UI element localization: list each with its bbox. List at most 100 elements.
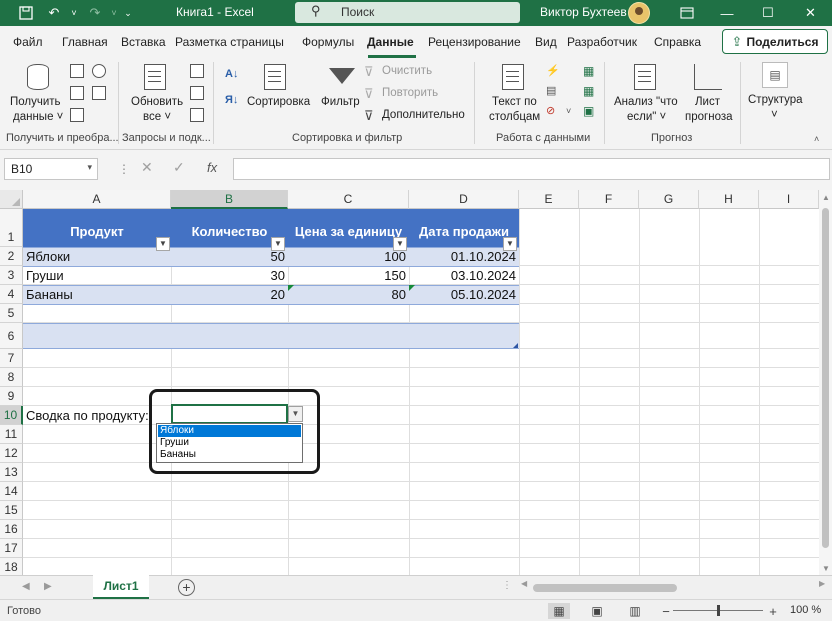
formula-input[interactable] bbox=[233, 158, 830, 180]
advanced-filter-icon[interactable]: ⊽ bbox=[364, 108, 374, 124]
data-model-icon[interactable]: ▣ bbox=[583, 104, 594, 118]
forecast-sheet-label-2[interactable]: прогноза bbox=[685, 110, 733, 125]
column-header-h[interactable]: H bbox=[699, 190, 759, 209]
from-web-icon[interactable] bbox=[92, 64, 106, 78]
table-cell[interactable]: 01.10.2024 bbox=[409, 247, 516, 266]
table-cell[interactable]: 05.10.2024 bbox=[409, 285, 516, 304]
table-header-price[interactable]: Цена за единицу bbox=[288, 224, 409, 239]
filter-icon[interactable] bbox=[329, 68, 355, 84]
text-to-columns-label-1[interactable]: Текст по bbox=[492, 95, 537, 110]
name-box-dropdown-icon[interactable]: ▾ bbox=[87, 162, 92, 173]
text-to-columns-label-2[interactable]: столбцам bbox=[489, 110, 540, 125]
clear-filter-label[interactable]: Очистить bbox=[382, 65, 432, 77]
table-cell[interactable]: Груши bbox=[26, 266, 64, 285]
row-header-1[interactable]: 1 bbox=[0, 209, 23, 247]
summary-label[interactable]: Сводка по продукту: bbox=[26, 406, 149, 425]
select-all-button[interactable] bbox=[0, 190, 23, 209]
zoom-level[interactable]: 100 % bbox=[790, 604, 821, 616]
avatar[interactable] bbox=[628, 2, 650, 24]
get-data-label-1[interactable]: Получить bbox=[10, 95, 61, 110]
what-if-label-2[interactable]: если" ˅ bbox=[627, 110, 666, 125]
reapply-icon[interactable]: ⊽ bbox=[364, 86, 374, 102]
queries-connections-icon[interactable] bbox=[190, 64, 204, 78]
table-cell[interactable]: 150 bbox=[288, 266, 406, 285]
tab-review[interactable]: Рецензирование bbox=[428, 35, 521, 49]
close-icon[interactable]: ✕ bbox=[789, 0, 832, 26]
cancel-icon[interactable]: ✕ bbox=[141, 159, 153, 176]
what-if-icon[interactable] bbox=[634, 64, 656, 90]
zoom-in-button[interactable]: + bbox=[762, 603, 784, 619]
forecast-sheet-label-1[interactable]: Лист bbox=[695, 95, 720, 110]
row-header-6[interactable]: 6 bbox=[0, 323, 23, 349]
tab-insert[interactable]: Вставка bbox=[121, 35, 166, 49]
refresh-all-icon[interactable] bbox=[144, 64, 166, 90]
sort-dialog-icon[interactable] bbox=[264, 64, 286, 90]
table-cell[interactable]: Бананы bbox=[26, 285, 73, 304]
table-cell[interactable]: Яблоки bbox=[26, 247, 70, 266]
sort-za-icon[interactable]: Я↓ bbox=[225, 94, 238, 106]
row-header-2[interactable]: 2 bbox=[0, 247, 23, 266]
clear-filter-icon[interactable]: ⊽ bbox=[364, 64, 374, 80]
column-header-a[interactable]: A bbox=[23, 190, 171, 209]
row-header-8[interactable]: 8 bbox=[0, 368, 23, 387]
column-header-g[interactable]: G bbox=[639, 190, 699, 209]
row-header-5[interactable]: 5 bbox=[0, 304, 23, 323]
vertical-scroll-thumb[interactable] bbox=[822, 208, 829, 548]
get-data-label-2[interactable]: данные ˅ bbox=[13, 110, 63, 125]
zoom-out-button[interactable]: − bbox=[655, 603, 677, 619]
table-resize-handle[interactable] bbox=[513, 343, 518, 348]
reapply-label[interactable]: Повторить bbox=[382, 87, 438, 99]
table-cell[interactable]: 30 bbox=[171, 266, 285, 285]
add-sheet-button[interactable]: + bbox=[178, 579, 195, 596]
formula-bar-grip-icon[interactable]: ⋮ bbox=[118, 162, 130, 176]
horizontal-scrollbar[interactable]: ◀ ▶ bbox=[519, 579, 830, 593]
recent-sources-icon[interactable] bbox=[92, 86, 106, 100]
column-header-f[interactable]: F bbox=[579, 190, 639, 209]
row-header-13[interactable]: 13 bbox=[0, 463, 23, 482]
undo-icon[interactable]: ↶ bbox=[44, 3, 64, 23]
table-cell[interactable]: 03.10.2024 bbox=[409, 266, 516, 285]
error-indicator[interactable] bbox=[409, 285, 415, 291]
data-validation-dropdown-icon[interactable]: ˅ bbox=[566, 106, 571, 116]
outline-icon[interactable]: ▤ bbox=[762, 62, 788, 88]
normal-view-icon[interactable]: ▦ bbox=[548, 603, 570, 619]
relationships-icon[interactable]: ▦ bbox=[583, 84, 594, 98]
insert-function-icon[interactable]: fx bbox=[207, 160, 217, 175]
row-header-3[interactable]: 3 bbox=[0, 266, 23, 285]
collapse-ribbon-icon[interactable]: ˄ bbox=[814, 134, 819, 144]
undo-dropdown-icon[interactable]: ˅ bbox=[64, 3, 84, 23]
tab-help[interactable]: Справка bbox=[654, 35, 701, 49]
tab-formulas[interactable]: Формулы bbox=[302, 35, 354, 49]
from-table-icon[interactable] bbox=[70, 86, 84, 100]
existing-connections-icon[interactable] bbox=[70, 108, 84, 122]
column-header-e[interactable]: E bbox=[519, 190, 579, 209]
prev-sheet-icon[interactable]: ◀ bbox=[22, 581, 30, 592]
enter-icon[interactable]: ✓ bbox=[173, 159, 185, 176]
row-header-11[interactable]: 11 bbox=[0, 425, 23, 444]
tab-developer[interactable]: Разработчик bbox=[567, 35, 637, 49]
row-header-7[interactable]: 7 bbox=[0, 349, 23, 368]
sort-az-icon[interactable]: A↓ bbox=[225, 68, 238, 80]
edit-links-icon[interactable] bbox=[190, 108, 204, 122]
table-header-product[interactable]: Продукт bbox=[23, 224, 171, 239]
zoom-slider-knob[interactable] bbox=[717, 605, 720, 616]
vertical-scrollbar[interactable]: ▲ ▼ bbox=[819, 190, 832, 575]
row-header-10[interactable]: 10 bbox=[0, 406, 23, 425]
page-break-view-icon[interactable]: ▥ bbox=[624, 603, 646, 619]
redo-icon[interactable]: ↷ bbox=[85, 3, 105, 23]
outline-label[interactable]: Структура bbox=[748, 93, 803, 108]
refresh-label-1[interactable]: Обновить bbox=[131, 95, 183, 110]
minimize-icon[interactable]: — bbox=[707, 0, 747, 26]
save-icon[interactable] bbox=[16, 3, 36, 23]
horizontal-scroll-thumb[interactable] bbox=[533, 584, 677, 592]
text-to-columns-icon[interactable] bbox=[502, 64, 524, 90]
tab-split-icon[interactable]: ⋮ bbox=[502, 580, 512, 591]
customize-toolbar-icon[interactable]: ⌄ bbox=[118, 3, 138, 23]
worksheet-grid[interactable]: A B C D E F G H I 1 2 3 4 5 6 7 8 9 10 1… bbox=[0, 190, 832, 575]
scroll-down-icon[interactable]: ▼ bbox=[822, 564, 830, 573]
next-sheet-icon[interactable]: ▶ bbox=[44, 581, 52, 592]
forecast-sheet-icon[interactable] bbox=[694, 64, 722, 90]
what-if-label-1[interactable]: Анализ "что bbox=[614, 95, 678, 110]
get-data-button-icon[interactable] bbox=[27, 64, 49, 90]
sheet-tab-list1[interactable]: Лист1 bbox=[93, 575, 149, 599]
